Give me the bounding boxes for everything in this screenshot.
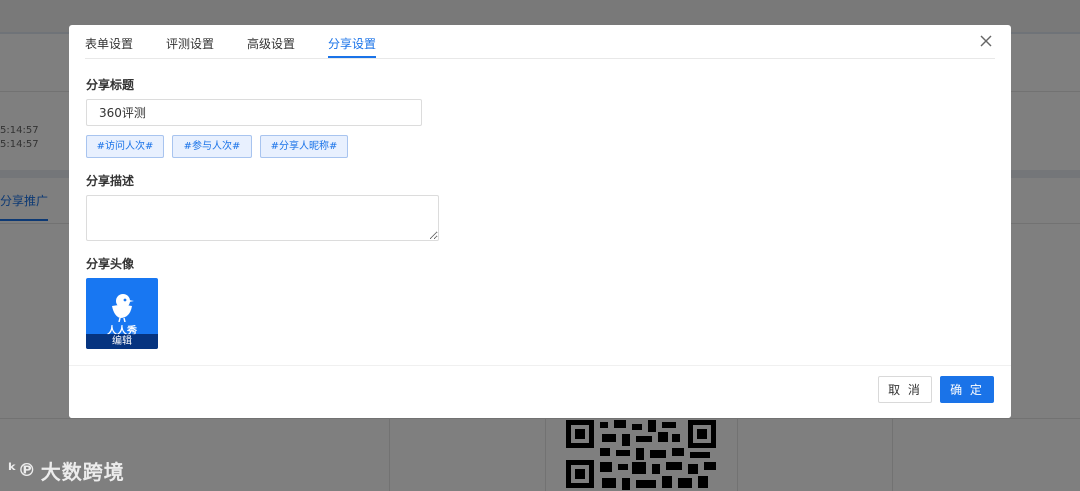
share-title-label: 分享标题 (86, 78, 135, 92)
dialog-tab-bar: 表单设置 评测设置 高级设置 分享设置 (85, 25, 995, 59)
tag-participant-count[interactable]: #参与人次# (172, 135, 252, 158)
close-icon[interactable] (978, 33, 994, 49)
share-description-label: 分享描述 (86, 174, 135, 188)
watermark: ᵏ℗ 大数跨境 (8, 456, 125, 485)
share-avatar-label: 分享头像 (86, 257, 135, 271)
share-settings-dialog: 表单设置 评测设置 高级设置 分享设置 分享标题 #访问人次# #参与人次# #… (69, 25, 1011, 418)
bird-logo-icon (112, 294, 134, 322)
dialog-footer: 取 消 确 定 (69, 365, 1011, 418)
active-tab-underline (328, 56, 376, 58)
share-avatar-image[interactable]: 人人秀 编辑 (86, 278, 158, 349)
cancel-button[interactable]: 取 消 (878, 376, 932, 403)
tag-visit-count[interactable]: #访问人次# (86, 135, 164, 158)
tab-advanced-settings[interactable]: 高级设置 (247, 35, 295, 52)
confirm-button[interactable]: 确 定 (940, 376, 994, 403)
tag-sharer-nickname[interactable]: #分享人昵称# (260, 135, 348, 158)
share-description-textarea[interactable] (86, 195, 439, 241)
tab-form-settings[interactable]: 表单设置 (85, 35, 133, 52)
tab-evaluation-settings[interactable]: 评测设置 (166, 35, 214, 52)
tab-share-settings[interactable]: 分享设置 (328, 35, 376, 52)
watermark-text: 大数跨境 (40, 460, 125, 484)
watermark-logo-icon: ᵏ℗ (8, 460, 37, 481)
share-title-input[interactable] (86, 99, 422, 126)
avatar-edit-button[interactable]: 编辑 (86, 334, 158, 349)
